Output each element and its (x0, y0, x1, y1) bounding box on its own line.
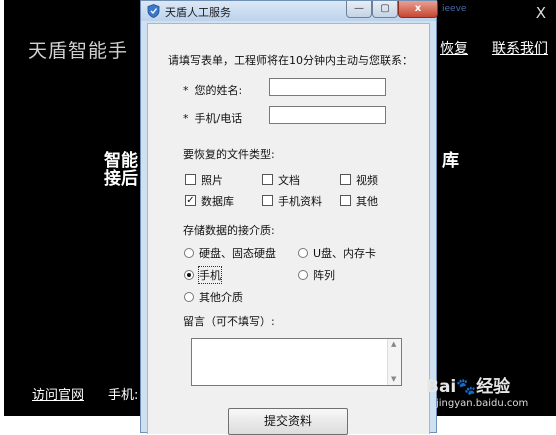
scroll-up-icon[interactable]: ▲ (391, 340, 396, 348)
radio-usb-memory-card-label: U盘、内存卡 (313, 247, 377, 260)
nav-link-recover[interactable]: 恢复 (440, 38, 468, 58)
comment-scrollbar[interactable]: ▲ ▼ (387, 339, 401, 385)
radio-hdd-ssd[interactable] (184, 248, 194, 258)
scroll-down-icon[interactable]: ▼ (391, 375, 396, 383)
radio-phone-label: 手机 (198, 266, 222, 284)
phone-label: * 手机/电话 (183, 110, 242, 126)
comment-textarea[interactable]: ▲ ▼ (191, 338, 402, 386)
radio-array[interactable] (298, 270, 308, 280)
watermark-logo: Bai🐾经验 (426, 372, 510, 397)
name-input[interactable] (269, 78, 386, 96)
background-heading-right: 库 (442, 151, 459, 171)
minimize-button[interactable]: — (346, 1, 372, 18)
checkbox-documents[interactable] (262, 174, 273, 185)
checkbox-photos[interactable] (185, 174, 196, 185)
form-intro-text: 请填写表单，工程师将在10分钟内主动与您联系： (168, 54, 413, 67)
baidu-jingyan-watermark: Bai🐾经验 jingyan.baidu.com (424, 372, 554, 418)
footer-link-visit-site[interactable]: 访问官网 (32, 384, 84, 403)
nav-link-contact-us[interactable]: 联系我们 (492, 38, 548, 58)
watermark-logo-suffix: 经验 (476, 377, 511, 397)
footer-phone-label: 手机: (108, 388, 139, 403)
radio-usb-memory-card[interactable] (298, 248, 308, 258)
checkbox-database-label: 数据库 (201, 195, 234, 208)
dialog-titlebar[interactable]: 天盾人工服务 — ▢ x (141, 1, 438, 21)
checkbox-photos-label: 照片 (201, 174, 223, 187)
phone-label-text: 手机/电话 (194, 112, 243, 125)
radio-hdd-ssd-label: 硬盘、固态硬盘 (199, 247, 276, 260)
name-label-text: 您的姓名: (194, 84, 243, 97)
maximize-button[interactable]: ▢ (372, 1, 398, 18)
checkbox-video[interactable] (340, 174, 351, 185)
radio-array-label: 阵列 (313, 269, 335, 282)
radio-other-media-label: 其他介质 (199, 291, 243, 304)
background-heading-line2: 接后 (104, 169, 138, 189)
radio-other-media[interactable] (184, 292, 194, 302)
close-button[interactable]: x (398, 1, 438, 18)
shield-icon (147, 4, 160, 18)
checkbox-other[interactable] (340, 195, 351, 206)
background-close-button[interactable]: X (536, 4, 546, 22)
submit-button[interactable]: 提交资料 (228, 408, 348, 435)
background-top-link[interactable]: ieeve (442, 4, 466, 14)
checkbox-video-label: 视频 (356, 174, 378, 187)
phone-input[interactable] (269, 106, 386, 124)
background-app-title: 天盾智能手 (28, 40, 129, 62)
checkbox-phone-data-label: 手机资料 (278, 195, 322, 208)
radio-phone[interactable] (184, 270, 194, 280)
name-label: * 您的姓名: (183, 82, 242, 98)
watermark-url: jingyan.baidu.com (436, 398, 529, 409)
paw-icon: 🐾 (456, 377, 477, 396)
checkbox-other-label: 其他 (356, 195, 378, 208)
required-mark: * (183, 84, 189, 97)
checkbox-database[interactable]: ✓ (185, 195, 196, 206)
required-mark: * (183, 112, 189, 125)
dialog-title: 天盾人工服务 (165, 6, 231, 19)
dialog-client-area: 请填写表单，工程师将在10分钟内主动与您联系： * 您的姓名: * 手机/电话 要恢… (147, 23, 430, 435)
watermark-logo-text: Bai (426, 377, 457, 397)
checkbox-documents-label: 文档 (278, 174, 300, 187)
comment-label: 留言（可不填写）: (183, 315, 275, 328)
media-label: 存储数据的接介质: (183, 224, 275, 237)
checkbox-phone-data[interactable] (262, 195, 273, 206)
service-dialog-window: 天盾人工服务 — ▢ x 请填写表单，工程师将在10分钟内主动与您联系： * 您的… (140, 0, 438, 435)
file-types-label: 要恢复的文件类型: (183, 148, 275, 161)
